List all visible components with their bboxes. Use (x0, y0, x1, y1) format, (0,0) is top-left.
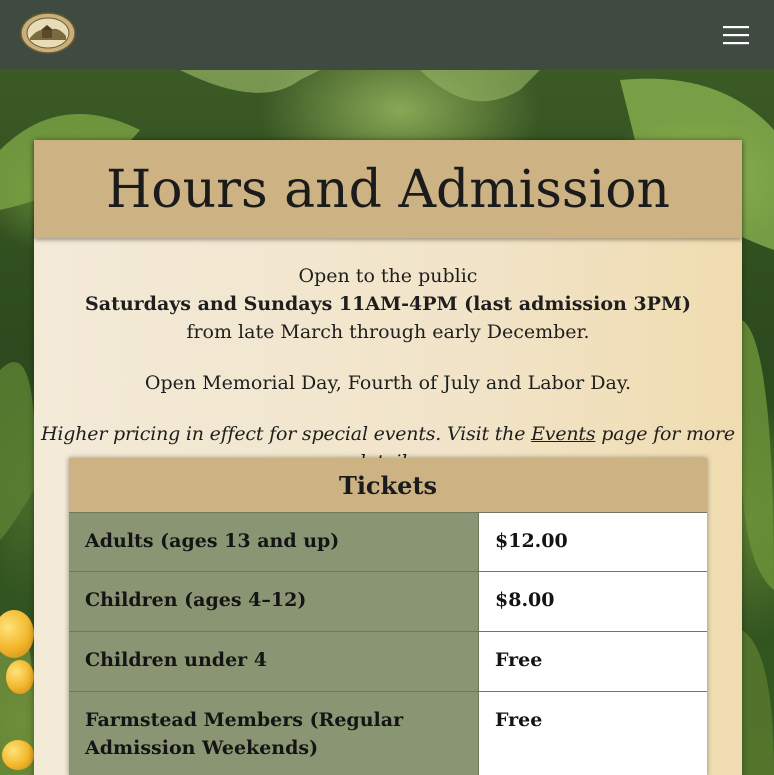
hours-admission-card: Hours and Admission Open to the public S… (34, 140, 742, 775)
ticket-type-cell: Children under 4 (69, 632, 478, 691)
season-range: from late March through early December. (186, 321, 590, 343)
hamburger-menu-icon[interactable] (721, 22, 751, 48)
ticket-price-cell: $8.00 (478, 572, 707, 631)
holiday-hours-text: Open Memorial Day, Fourth of July and La… (144, 372, 632, 394)
opening-hours-text: Open to the public Saturdays and Sundays… (34, 262, 742, 346)
events-link[interactable]: Events (531, 423, 595, 445)
ticket-type-cell: Adults (ages 13 and up) (69, 513, 478, 571)
farmstead-logo-icon[interactable] (20, 12, 76, 54)
top-navigation-bar (0, 0, 774, 70)
page-title: Hours and Admission (105, 160, 671, 220)
ticket-price-cell: Free (478, 632, 707, 691)
table-row: Adults (ages 13 and up) $12.00 (69, 512, 707, 571)
ticket-type-cell: Children (ages 4–12) (69, 572, 478, 631)
ticket-type-cell: Farmstead Members (Regular Admission Wee… (69, 692, 478, 775)
table-row: Children under 4 Free (69, 631, 707, 691)
tickets-table: Tickets Adults (ages 13 and up) $12.00 C… (69, 458, 707, 775)
table-row: Farmstead Members (Regular Admission Wee… (69, 691, 707, 775)
card-header: Hours and Admission (34, 140, 742, 238)
table-row: Children (ages 4–12) $8.00 (69, 571, 707, 631)
note-text-before: Higher pricing in effect for special eve… (41, 423, 532, 445)
ticket-price-cell: Free (478, 692, 707, 775)
weekend-hours: Saturdays and Sundays 11AM-4PM (last adm… (85, 293, 691, 315)
intro-line: Open to the public (298, 265, 478, 287)
ticket-price-cell: $12.00 (478, 513, 707, 571)
tickets-table-title: Tickets (69, 458, 707, 512)
